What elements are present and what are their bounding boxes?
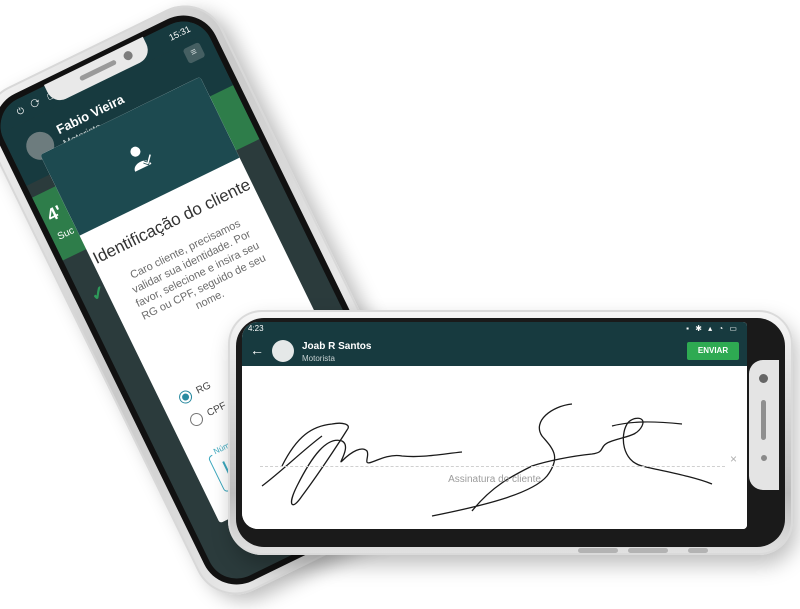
signature-label: Assinatura do cliente [448, 474, 541, 485]
camera [122, 49, 135, 62]
mute-switch [688, 548, 708, 553]
radio-cpf[interactable]: CPF [187, 399, 229, 429]
user-name: Joab R Santos [302, 341, 372, 352]
status-time: 4:23 [248, 324, 264, 333]
app-header: ← Joab R Santos Motorista ENVIAR [242, 336, 747, 366]
status-bar: 4:23 ▪ ✱ ▴ ◔ ▭ [242, 322, 747, 336]
back-arrow-icon[interactable]: ← [250, 342, 264, 358]
radio-circle [187, 410, 206, 429]
camera [759, 374, 768, 383]
send-button[interactable]: ENVIAR [687, 342, 739, 360]
radio-label: RG [194, 380, 213, 397]
signature-stroke [261, 403, 713, 517]
signature-line [260, 466, 725, 467]
signature-pad[interactable]: Assinatura do cliente × [242, 366, 747, 529]
avatar [272, 340, 294, 362]
volume-button [578, 548, 618, 553]
radio-label: CPF [205, 400, 229, 420]
card-count: 4' [43, 201, 66, 226]
status-icons: ▪ ✱ ▴ ◔ ▭ [686, 324, 739, 333]
radio-circle [176, 388, 195, 406]
user-role: Motorista [302, 354, 335, 363]
phone-landscape: 4:23 ▪ ✱ ▴ ◔ ▭ ← Joab R Santos Motorista… [228, 310, 793, 555]
clear-icon[interactable]: × [730, 452, 737, 466]
phone-screen: 4:23 ▪ ✱ ▴ ◔ ▭ ← Joab R Santos Motorista… [242, 322, 747, 529]
sensor [761, 455, 767, 461]
speaker [761, 400, 766, 440]
volume-button [628, 548, 668, 553]
card-sub: Suc [55, 225, 77, 243]
user-check-icon [130, 146, 152, 172]
chat-icon[interactable]: ≡ [182, 41, 206, 65]
radio-rg[interactable]: RG [176, 379, 213, 406]
status-time: 15:31 [167, 23, 193, 43]
phone-notch [749, 360, 779, 490]
